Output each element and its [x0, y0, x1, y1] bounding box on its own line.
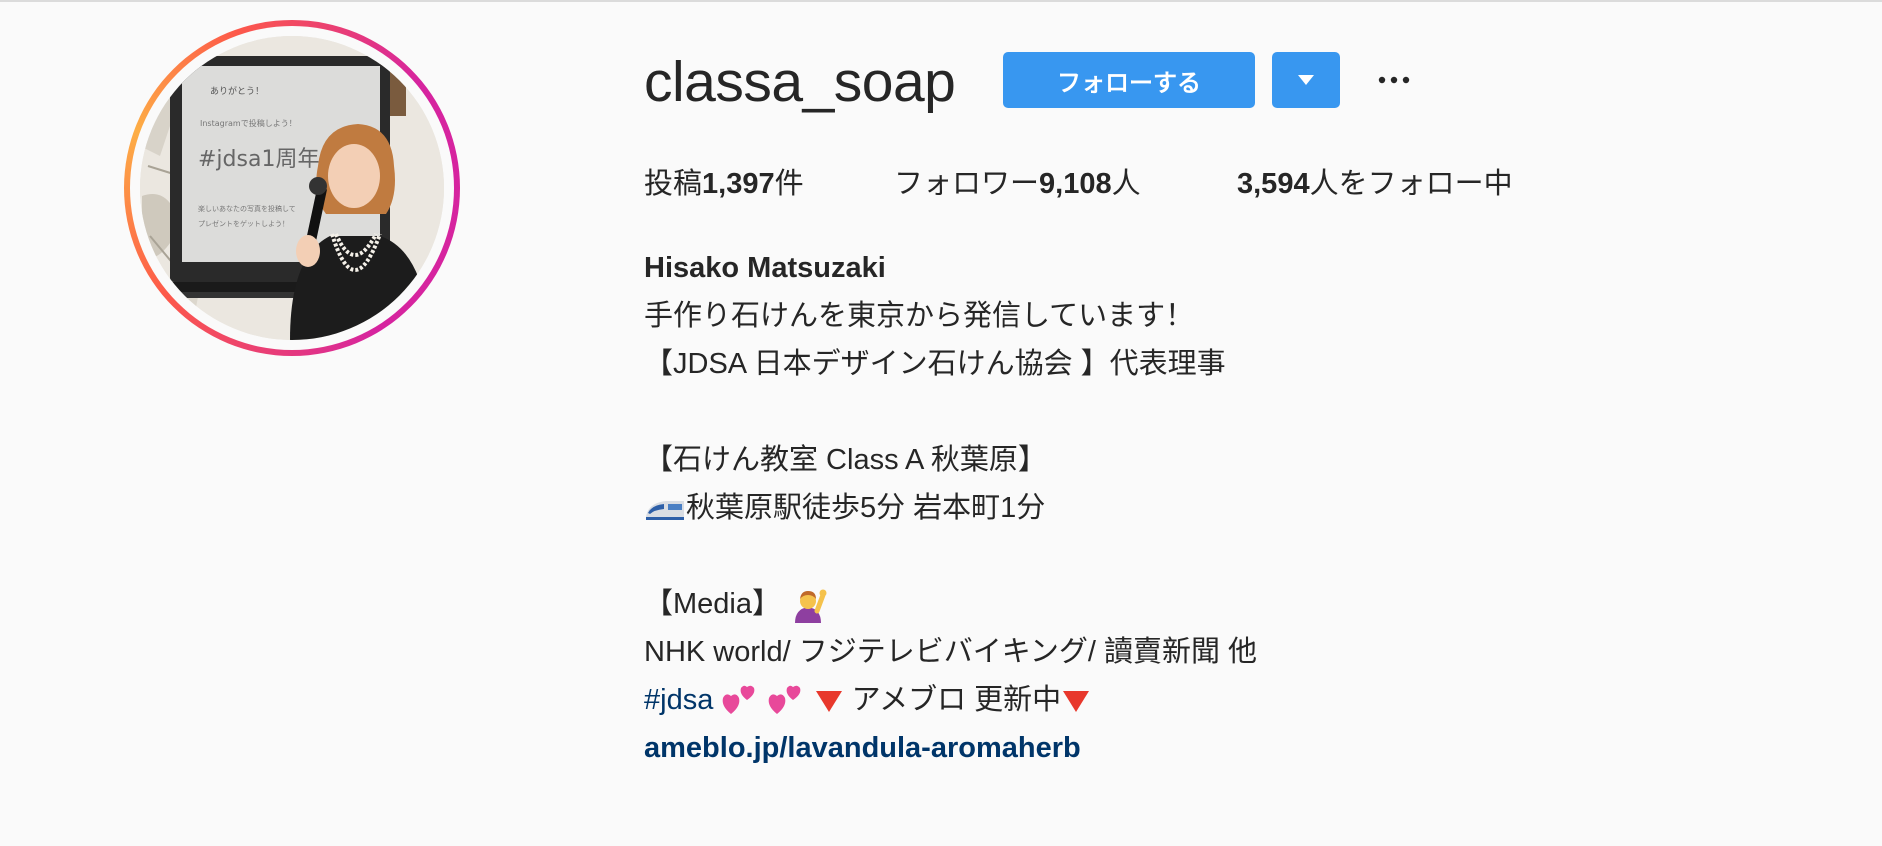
avatar-screen-line-d: プレゼントをゲットしよう！ — [198, 219, 289, 228]
avatar-screen-line-a: ありがとう！ — [210, 85, 264, 97]
profile-bio: Hisako Matsuzaki 手作り石けんを東京から発信しています！ 【JD… — [644, 244, 1744, 772]
more-options-button[interactable] — [1376, 62, 1412, 98]
followers-link[interactable]: フォロワー9,108人 — [894, 160, 1141, 208]
posts-prefix: 投稿 — [644, 168, 703, 200]
avatar-screen-hashtag: #jdsa1周年 — [198, 147, 319, 172]
suggestions-dropdown-button[interactable] — [1272, 52, 1340, 108]
posts-number: 1,397 — [702, 168, 775, 200]
caret-down-icon — [1298, 75, 1314, 85]
posts-suffix: 件 — [774, 168, 804, 200]
bio-line-4: 秋葉原駅徒歩5分 岩本町1分 — [686, 492, 1046, 524]
follow-button[interactable]: フォローする — [1003, 52, 1255, 108]
external-website-link[interactable]: ameblo.jp/lavandula-aromaherb — [644, 724, 1744, 772]
following-link[interactable]: 3,594人をフォロー中 — [1237, 160, 1513, 208]
train-emoji — [646, 501, 684, 521]
two-hearts-emoji — [723, 686, 755, 715]
story-ring[interactable]: ありがとう！ Instagramで投稿しよう！ #jdsa1周年 楽しいあなたの… — [124, 20, 460, 356]
avatar-screen-line-b: Instagramで投稿しよう！ — [200, 118, 297, 128]
bio-line-5-row: 【Media】 — [644, 580, 1744, 628]
bio-line-6: NHK world/ フジテレビバイキング/ 讀賣新聞 他 — [644, 636, 1258, 668]
hashtag-link[interactable]: #jdsa — [644, 684, 713, 716]
bio-blank-2 — [644, 532, 1744, 580]
person-raising-hand-emoji — [795, 589, 827, 624]
profile-avatar[interactable]: ありがとう！ Instagramで投稿しよう！ #jdsa1周年 楽しいあなたの… — [140, 36, 444, 340]
followers-number: 9,108 — [1039, 168, 1112, 200]
followers-prefix: フォロワー — [894, 168, 1040, 200]
bio-line-7: アメブロ 更新中 — [851, 684, 1062, 716]
bio-line-3: 【石けん教室 Class A 秋葉原】 — [644, 444, 1047, 476]
bio-line-1: 手作り石けんを東京から発信しています！ — [644, 300, 1195, 332]
bio-line-4-row: 秋葉原駅徒歩5分 岩本町1分 — [644, 484, 1744, 532]
avatar-screen-line-c: 楽しいあなたの写真を投稿して — [198, 204, 296, 213]
two-hearts-emoji-2 — [769, 686, 801, 715]
posts-count: 投稿1,397件 — [644, 160, 804, 208]
more-horizontal-icon — [1378, 76, 1410, 84]
profile-full-name: Hisako Matsuzaki — [644, 252, 886, 284]
red-triangle-down-emoji-2 — [1063, 691, 1090, 713]
following-suffix: 人をフォロー中 — [1309, 168, 1513, 200]
following-number: 3,594 — [1237, 168, 1310, 200]
bio-line-5: 【Media】 — [644, 588, 781, 620]
bio-blank-1 — [644, 388, 1744, 436]
red-triangle-down-emoji — [815, 691, 842, 713]
bio-line-7-row: #jdsa アメブロ 更新中 — [644, 676, 1744, 724]
profile-username: classa_soap — [644, 50, 956, 114]
bio-line-2: 【JDSA 日本デザイン石けん協会 】代表理事 — [644, 348, 1226, 380]
top-border — [0, 0, 1882, 2]
avatar-photo: ありがとう！ Instagramで投稿しよう！ #jdsa1周年 楽しいあなたの… — [140, 36, 444, 340]
followers-suffix: 人 — [1111, 168, 1141, 200]
